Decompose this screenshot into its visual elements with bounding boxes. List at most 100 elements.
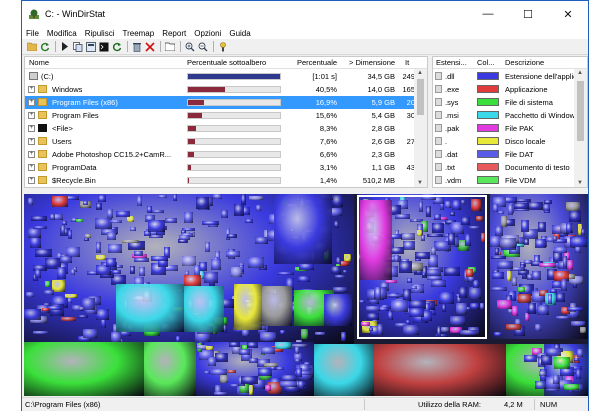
ext-scroll-up-icon[interactable]: ▲ [577,70,583,76]
treemap-block[interactable] [179,235,190,240]
treemap-block[interactable] [280,381,297,387]
col-extension[interactable]: Estensi... [436,58,467,67]
treemap-block[interactable] [518,287,525,292]
ext-scroll-thumb[interactable] [577,81,584,141]
treemap-block[interactable] [296,368,302,377]
treemap-block[interactable] [65,294,77,298]
treemap-block[interactable] [561,279,567,291]
treemap-block[interactable] [199,262,207,271]
treemap-block[interactable] [215,353,228,362]
treemap-block[interactable] [26,292,34,297]
treemap-block[interactable] [554,247,567,253]
treemap-block[interactable] [548,294,552,304]
treemap-block[interactable] [528,303,536,314]
treemap-block[interactable] [151,256,168,261]
treemap-block[interactable] [299,263,314,270]
treemap-block[interactable] [295,346,299,354]
treemap-block[interactable] [295,359,300,362]
treemap-block[interactable] [44,290,54,295]
menu-modifica[interactable]: Modifica [47,29,77,38]
treemap-block[interactable] [537,305,549,315]
treemap-block[interactable] [184,212,193,223]
treemap-block[interactable] [204,371,210,374]
treemap-block[interactable] [35,269,41,278]
treemap-block[interactable] [33,331,48,334]
treemap-block[interactable] [495,248,499,255]
treemap-block[interactable] [152,210,164,213]
menu-opzioni[interactable]: Opzioni [194,29,221,38]
menu-guida[interactable]: Guida [229,29,250,38]
treemap-block[interactable] [493,204,498,212]
treemap-block[interactable] [35,249,52,257]
treemap-block[interactable] [50,214,55,220]
maximize-button[interactable]: ☐ [508,1,548,27]
treemap-block[interactable] [570,237,587,247]
treemap-block[interactable] [245,219,253,223]
treemap-block[interactable] [158,195,167,198]
treemap-block[interactable] [205,242,210,252]
treemap-block[interactable] [85,234,91,238]
treemap-block[interactable] [231,267,242,277]
extension-row[interactable]: .msi Pacchetto di Window [433,109,576,120]
treemap-block-green[interactable] [24,342,144,396]
treemap-block[interactable] [148,220,165,232]
treemap-block[interactable] [211,259,221,270]
col-description[interactable]: Descrizione [505,58,544,67]
treemap-block[interactable] [147,206,152,213]
menu-ripulisci[interactable]: Ripulisci [85,29,115,38]
treemap-block[interactable] [301,329,308,339]
treemap-block[interactable] [130,266,135,274]
directory-tree[interactable]: Nome Percentuale sottoalbero Percentuale… [24,56,428,188]
treemap-block[interactable] [524,260,532,264]
treemap-block[interactable] [134,251,143,256]
treemap-block[interactable] [500,238,516,248]
treemap-block[interactable] [524,355,537,362]
treemap-block[interactable] [260,332,276,341]
col-percent[interactable]: Percentuale [297,58,337,67]
treemap[interactable] [24,194,588,396]
col-size[interactable]: > Dimensione [349,58,395,67]
treemap-block[interactable] [184,286,224,332]
treemap-block[interactable] [518,294,531,303]
treemap-block[interactable] [577,349,583,357]
copy-icon[interactable] [72,41,83,52]
extension-row[interactable]: .sys File di sistema [433,96,576,107]
treemap-block[interactable] [173,194,177,201]
extension-row[interactable]: .dll Estensione dell'applic [433,70,577,81]
treemap-block[interactable] [280,330,285,334]
treemap-block[interactable] [335,275,345,278]
treemap-block[interactable] [229,342,240,347]
folder-icon[interactable] [164,41,175,52]
tree-row[interactable]: + Users 7,6% 2,6 GB 27 [25,135,415,148]
treemap-block[interactable] [521,220,529,232]
treemap-block[interactable] [234,204,244,216]
treemap-block[interactable] [513,203,529,209]
expand-toggle[interactable]: + [28,177,35,184]
treemap-block[interactable] [554,357,570,369]
treemap-block[interactable] [512,277,517,286]
treemap-block[interactable] [491,256,506,259]
treemap-block[interactable] [315,332,325,335]
open-icon[interactable] [26,41,37,52]
treemap-block[interactable] [567,307,583,311]
treemap-block[interactable] [241,376,258,384]
treemap-block[interactable] [508,204,513,215]
treemap-block[interactable] [566,223,572,233]
treemap-block[interactable] [524,239,529,245]
treemap-block[interactable] [298,381,304,388]
col-subtree-percent[interactable]: Percentuale sottoalbero [187,58,266,67]
tree-row[interactable]: + ProgramData 3,1% 1,1 GB 43 [25,161,415,174]
treemap-block[interactable] [556,293,565,302]
treemap-block[interactable] [79,307,84,310]
zoom-in-icon[interactable] [184,41,195,52]
treemap-block[interactable] [574,358,579,361]
treemap-block[interactable] [265,385,271,391]
close-button[interactable]: ✕ [548,1,588,27]
treemap-block[interactable] [506,324,521,330]
tree-row[interactable]: + <File> 8,3% 2,8 GB [25,122,415,135]
extension-row[interactable]: .txt Documento di testo [433,161,576,172]
col-items[interactable]: It [405,58,409,67]
treemap-block[interactable] [165,218,177,223]
treemap-block[interactable] [566,202,580,211]
treemap-block[interactable] [45,281,50,287]
